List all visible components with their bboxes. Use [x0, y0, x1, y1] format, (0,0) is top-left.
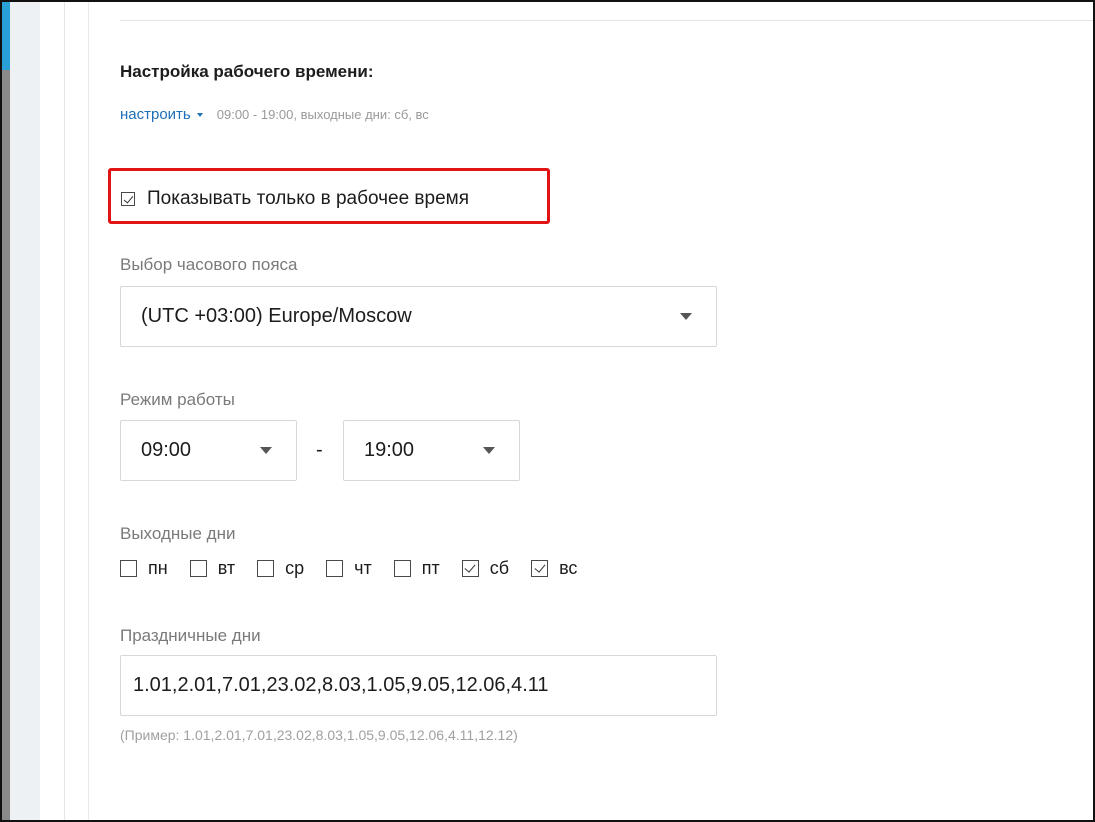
holidays-label: Праздничные дни — [120, 626, 261, 645]
day-option-wed[interactable]: ср — [257, 558, 304, 579]
dropdown-arrow-icon[interactable] — [483, 447, 495, 454]
dropdown-arrow-icon[interactable] — [680, 313, 692, 320]
day-label: пн — [148, 558, 168, 578]
day-option-sat[interactable]: сб — [461, 558, 510, 579]
day-label: чт — [354, 558, 372, 578]
day-checkbox[interactable] — [461, 560, 479, 577]
work-from-select[interactable]: 09:00 — [120, 420, 297, 481]
day-checkbox[interactable] — [531, 560, 549, 577]
day-option-tue[interactable]: вт — [189, 558, 236, 579]
sidebar-edge — [2, 2, 10, 820]
caret-down-icon[interactable] — [196, 112, 203, 117]
only-work-time-checkbox[interactable] — [121, 192, 135, 206]
time-range-separator: - — [316, 439, 323, 461]
divider — [64, 2, 65, 820]
timezone-select[interactable]: (UTC +03:00) Europe/Moscow — [120, 286, 717, 347]
work-to-select[interactable]: 19:00 — [343, 420, 520, 481]
only-work-time-label: Показывать только в рабочее время — [147, 188, 470, 209]
holidays-input[interactable]: 1.01,2.01,7.01,23.02,8.03,1.05,9.05,12.0… — [120, 655, 717, 716]
day-checkbox[interactable] — [393, 560, 411, 577]
day-option-mon[interactable]: пн — [120, 558, 168, 579]
day-label: сб — [489, 558, 510, 578]
weekends-label: Выходные дни — [120, 524, 236, 543]
work-time-config-row: настроить 09:00 - 19:00, выходные дни: с… — [120, 106, 429, 123]
only-work-time-option[interactable]: Показывать только в рабочее время — [121, 188, 469, 210]
section-title: Настройка рабочего времени: — [120, 62, 374, 81]
divider — [88, 2, 89, 820]
day-checkbox[interactable] — [326, 560, 344, 577]
configure-link[interactable]: настроить — [120, 106, 191, 123]
day-option-thu[interactable]: чт — [326, 558, 372, 579]
day-label: вт — [217, 558, 236, 578]
day-label: пт — [421, 558, 440, 578]
work-to-value: 19:00 — [364, 439, 415, 461]
sidebar-active-marker — [2, 2, 10, 70]
day-label: ср — [285, 558, 305, 578]
dropdown-arrow-icon[interactable] — [260, 447, 272, 454]
day-option-sun[interactable]: вс — [531, 558, 577, 579]
settings-panel: Настройка рабочего времени: настроить 09… — [0, 0, 1095, 822]
day-checkbox[interactable] — [120, 560, 137, 577]
divider — [120, 20, 1093, 21]
day-checkbox[interactable] — [189, 560, 207, 577]
day-label: вс — [559, 558, 578, 578]
work-mode-label: Режим работы — [120, 390, 235, 409]
work-from-value: 09:00 — [141, 439, 192, 461]
holidays-hint: (Пример: 1.01,2.01,7.01,23.02,8.03,1.05,… — [120, 727, 518, 743]
day-checkbox[interactable] — [257, 560, 275, 577]
weekend-days: пн вт ср чт пт сб вс — [120, 558, 599, 579]
sidebar-strip — [10, 2, 40, 820]
work-time-summary: 09:00 - 19:00, выходные дни: сб, вс — [216, 107, 429, 122]
timezone-value: (UTC +03:00) Europe/Moscow — [141, 305, 412, 327]
timezone-label: Выбор часового пояса — [120, 255, 298, 274]
day-option-fri[interactable]: пт — [393, 558, 440, 579]
